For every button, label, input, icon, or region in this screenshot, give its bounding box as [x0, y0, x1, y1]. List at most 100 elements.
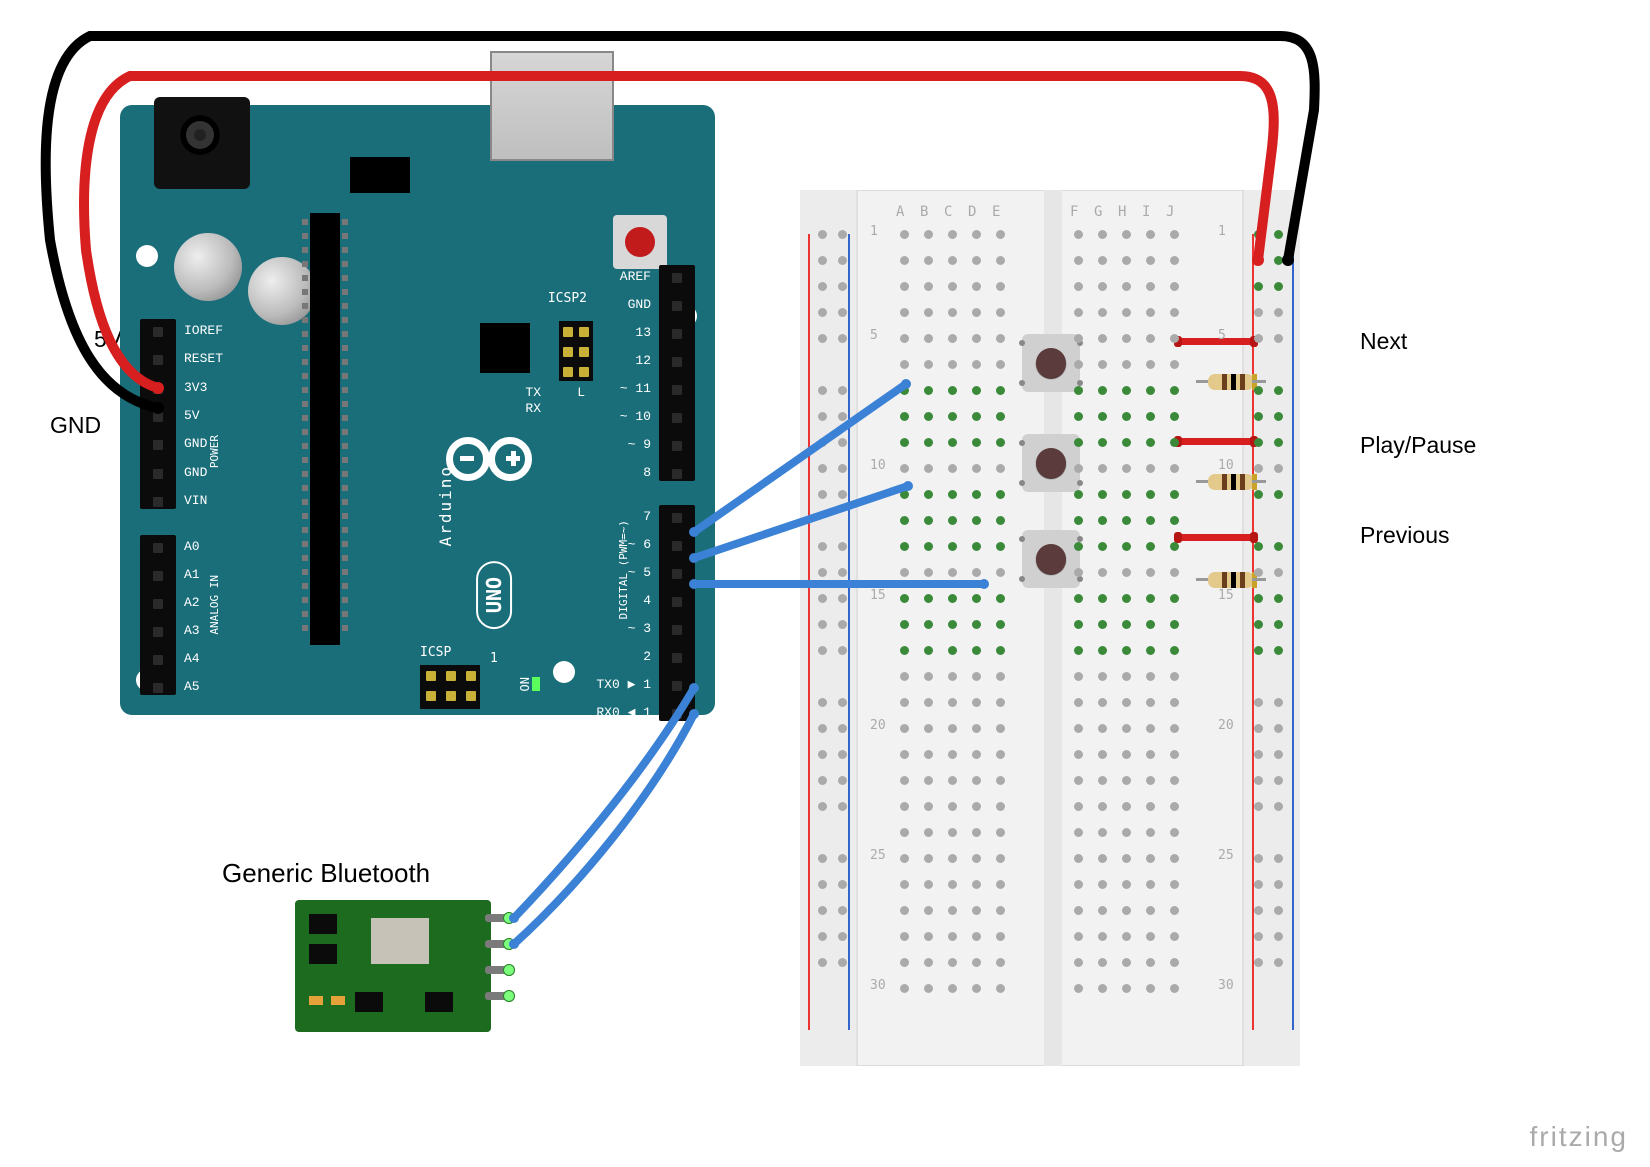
tie-point[interactable] [1122, 828, 1131, 837]
rail-point[interactable] [818, 334, 827, 343]
rail-point[interactable] [838, 724, 847, 733]
tie-point[interactable] [972, 256, 981, 265]
tie-point[interactable] [972, 724, 981, 733]
tie-point[interactable] [1146, 464, 1155, 473]
tie-point[interactable] [1098, 984, 1107, 993]
tie-point[interactable] [924, 698, 933, 707]
rail-point[interactable] [838, 776, 847, 785]
tie-point[interactable] [1146, 308, 1155, 317]
tie-point[interactable] [1098, 464, 1107, 473]
tie-point[interactable] [948, 906, 957, 915]
rail-point[interactable] [818, 256, 827, 265]
playpause-button[interactable] [1022, 434, 1080, 492]
tie-point[interactable] [948, 542, 957, 551]
tie-point[interactable] [996, 256, 1005, 265]
rail-point[interactable] [1254, 776, 1263, 785]
rail-point[interactable] [1274, 880, 1283, 889]
rail-point[interactable] [818, 386, 827, 395]
tie-point[interactable] [924, 724, 933, 733]
tie-point[interactable] [1098, 906, 1107, 915]
tie-point[interactable] [900, 360, 909, 369]
rail-point[interactable] [1254, 386, 1263, 395]
rail-point[interactable] [818, 282, 827, 291]
tie-point[interactable] [1170, 412, 1179, 421]
tie-point[interactable] [1122, 360, 1131, 369]
tie-point[interactable] [1170, 516, 1179, 525]
tie-point[interactable] [924, 308, 933, 317]
rail-point[interactable] [818, 490, 827, 499]
tie-point[interactable] [972, 542, 981, 551]
rail-point[interactable] [818, 308, 827, 317]
tie-point[interactable] [1170, 308, 1179, 317]
tie-point[interactable] [1146, 828, 1155, 837]
tie-point[interactable] [948, 464, 957, 473]
rail-point[interactable] [1254, 568, 1263, 577]
tie-point[interactable] [1146, 386, 1155, 395]
tie-point[interactable] [924, 516, 933, 525]
tie-point[interactable] [1122, 334, 1131, 343]
rail-point[interactable] [838, 490, 847, 499]
tie-point[interactable] [948, 360, 957, 369]
tie-point[interactable] [1098, 542, 1107, 551]
tie-point[interactable] [1170, 230, 1179, 239]
tie-point[interactable] [972, 802, 981, 811]
tie-point[interactable] [924, 230, 933, 239]
tie-point[interactable] [1122, 750, 1131, 759]
tie-point[interactable] [1122, 906, 1131, 915]
tie-point[interactable] [1170, 542, 1179, 551]
tie-point[interactable] [1122, 646, 1131, 655]
tie-point[interactable] [996, 568, 1005, 577]
rail-point[interactable] [818, 620, 827, 629]
tie-point[interactable] [996, 308, 1005, 317]
tie-point[interactable] [1074, 516, 1083, 525]
tie-point[interactable] [1074, 438, 1083, 447]
tie-point[interactable] [924, 906, 933, 915]
tie-point[interactable] [900, 594, 909, 603]
tie-point[interactable] [948, 672, 957, 681]
rail-point[interactable] [1254, 230, 1263, 239]
rail-point[interactable] [1274, 932, 1283, 941]
tie-point[interactable] [996, 386, 1005, 395]
tie-point[interactable] [972, 386, 981, 395]
rail-point[interactable] [1274, 802, 1283, 811]
rail-point[interactable] [1254, 412, 1263, 421]
tie-point[interactable] [1170, 906, 1179, 915]
tie-point[interactable] [924, 542, 933, 551]
rail-point[interactable] [1254, 256, 1263, 265]
tie-point[interactable] [948, 334, 957, 343]
rail-point[interactable] [1254, 854, 1263, 863]
rail-point[interactable] [818, 646, 827, 655]
rail-point[interactable] [1274, 620, 1283, 629]
tie-point[interactable] [1146, 984, 1155, 993]
rail-point[interactable] [1274, 568, 1283, 577]
tie-point[interactable] [1098, 230, 1107, 239]
tie-point[interactable] [1122, 282, 1131, 291]
tie-point[interactable] [1122, 230, 1131, 239]
tie-point[interactable] [948, 958, 957, 967]
rail-point[interactable] [1254, 542, 1263, 551]
rail-point[interactable] [1274, 698, 1283, 707]
tie-point[interactable] [1122, 516, 1131, 525]
tie-point[interactable] [1098, 516, 1107, 525]
tie-point[interactable] [1122, 854, 1131, 863]
tie-point[interactable] [972, 750, 981, 759]
tie-point[interactable] [1074, 568, 1083, 577]
tie-point[interactable] [996, 724, 1005, 733]
tie-point[interactable] [1074, 984, 1083, 993]
tie-point[interactable] [900, 282, 909, 291]
tie-point[interactable] [1122, 542, 1131, 551]
tie-point[interactable] [1098, 958, 1107, 967]
tie-point[interactable] [948, 490, 957, 499]
tie-point[interactable] [1098, 932, 1107, 941]
tie-point[interactable] [948, 386, 957, 395]
tie-point[interactable] [996, 802, 1005, 811]
rail-point[interactable] [1274, 282, 1283, 291]
tie-point[interactable] [1074, 594, 1083, 603]
tie-point[interactable] [948, 412, 957, 421]
rail-point[interactable] [1254, 464, 1263, 473]
rail-point[interactable] [818, 880, 827, 889]
tie-point[interactable] [924, 412, 933, 421]
tie-point[interactable] [1098, 568, 1107, 577]
tie-point[interactable] [1098, 334, 1107, 343]
tie-point[interactable] [996, 360, 1005, 369]
